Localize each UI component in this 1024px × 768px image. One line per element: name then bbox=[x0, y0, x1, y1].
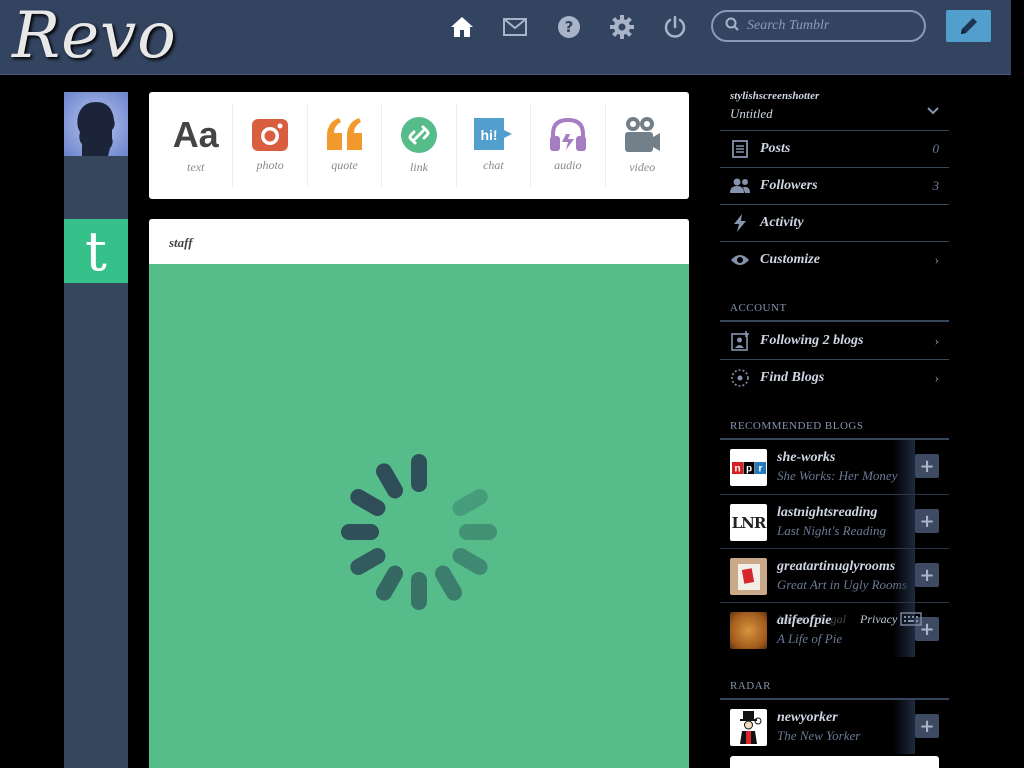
chevron-down-icon[interactable] bbox=[927, 102, 939, 120]
follow-button[interactable]: + bbox=[915, 563, 939, 587]
text-icon: Aa bbox=[172, 114, 219, 155]
sidebar-item-following[interactable]: Following 2 blogs › bbox=[720, 322, 949, 359]
radar-heading: RADAR bbox=[730, 680, 772, 692]
gear-icon[interactable] bbox=[609, 14, 635, 40]
blog-name[interactable]: greatartinuglyrooms bbox=[777, 559, 895, 575]
sidebar-item-label: Following 2 blogs bbox=[760, 332, 864, 348]
radar-post-preview[interactable] bbox=[730, 756, 939, 768]
activity-icon bbox=[730, 213, 750, 233]
sidebar-item-label: Activity bbox=[760, 215, 804, 230]
blog-subtitle: She Works: Her Money bbox=[777, 468, 898, 483]
sidebar-item-find-blogs[interactable]: Find Blogs › bbox=[720, 359, 949, 396]
posts-icon bbox=[730, 139, 750, 159]
mail-icon[interactable] bbox=[502, 14, 528, 40]
sidebar-item-label: Find Blogs bbox=[760, 370, 825, 385]
pie-thumbnail bbox=[730, 612, 767, 649]
user-avatar[interactable] bbox=[64, 92, 128, 156]
link-icon bbox=[400, 117, 437, 153]
headphones-icon bbox=[549, 117, 586, 151]
top-bar: Revo ? bbox=[0, 0, 1011, 75]
about-link[interactable]: About bbox=[776, 612, 805, 627]
blog-subtitle: A Life of Pie bbox=[777, 631, 843, 646]
svg-text:hi!: hi! bbox=[481, 127, 498, 143]
chat-icon: hi! bbox=[474, 118, 513, 150]
find-blogs-icon bbox=[730, 368, 750, 388]
followers-icon bbox=[730, 176, 750, 196]
art-thumbnail bbox=[730, 558, 767, 595]
recommended-heading: RECOMMENDED BLOGS bbox=[730, 420, 864, 432]
recommended-blog[interactable]: greatartinuglyrooms Great Art in Ugly Ro… bbox=[720, 548, 949, 603]
svg-text:p: p bbox=[745, 463, 751, 474]
sidebar-item-activity[interactable]: Activity bbox=[720, 204, 949, 241]
compose-button[interactable] bbox=[946, 10, 991, 42]
logo[interactable]: Revo bbox=[12, 0, 177, 72]
home-icon[interactable] bbox=[449, 14, 475, 40]
search-input[interactable] bbox=[747, 18, 917, 34]
following-icon bbox=[730, 330, 750, 351]
dashboard-post: staff bbox=[149, 219, 689, 768]
camera-icon bbox=[252, 119, 289, 151]
sidebar-item-label: Posts bbox=[760, 141, 791, 156]
newyorker-logo bbox=[730, 709, 767, 746]
footer-links: About Legal Privacy bbox=[776, 612, 897, 627]
lnr-logo: LNR bbox=[730, 504, 767, 541]
recommended-blog[interactable]: LNR lastnightsreading Last Night's Readi… bbox=[720, 494, 949, 549]
post-photo-button[interactable]: photo bbox=[233, 104, 308, 187]
pencil-icon bbox=[960, 18, 977, 34]
follow-button[interactable]: + bbox=[915, 509, 939, 533]
post-author[interactable]: staff bbox=[149, 219, 689, 264]
post-audio-button[interactable]: audio bbox=[531, 104, 606, 187]
post-video-button[interactable]: video bbox=[606, 104, 679, 187]
post-link-button[interactable]: link bbox=[382, 104, 457, 187]
privacy-link[interactable]: Privacy bbox=[860, 612, 897, 627]
follow-button[interactable]: + bbox=[915, 714, 939, 738]
fade-overlay bbox=[893, 495, 915, 549]
sidebar-item-followers[interactable]: Followers 3 bbox=[720, 167, 949, 204]
blog-title[interactable]: Untitled bbox=[730, 106, 773, 122]
chevron-right-icon: › bbox=[934, 252, 939, 267]
post-type-bar: Aa text photo quote link hi! chat audio … bbox=[149, 92, 689, 199]
post-text-button[interactable]: Aa text bbox=[159, 104, 234, 187]
eye-icon bbox=[730, 250, 750, 270]
chevron-right-icon: › bbox=[934, 332, 939, 348]
keyboard-icon[interactable] bbox=[900, 612, 922, 631]
followers-count: 3 bbox=[932, 178, 940, 193]
sidebar-item-customize[interactable]: Customize › bbox=[720, 241, 949, 278]
video-camera-icon bbox=[625, 117, 661, 152]
account-heading: ACCOUNT bbox=[730, 302, 787, 314]
radar-blog[interactable]: newyorker The New Yorker + bbox=[720, 700, 949, 754]
spinner-icon bbox=[341, 454, 497, 610]
legal-link[interactable]: Legal bbox=[819, 612, 846, 627]
npr-logo: npr bbox=[730, 449, 767, 486]
svg-text:?: ? bbox=[565, 18, 574, 36]
blog-name[interactable]: she-works bbox=[777, 450, 835, 466]
blog-name[interactable]: stylishscreenshotter bbox=[730, 90, 819, 102]
sidebar-item-label: Customize bbox=[760, 252, 820, 267]
power-icon[interactable] bbox=[662, 14, 688, 40]
chevron-right-icon: › bbox=[934, 370, 939, 385]
blog-subtitle: Great Art in Ugly Rooms bbox=[777, 577, 907, 592]
post-quote-button[interactable]: quote bbox=[308, 104, 383, 187]
blog-subtitle: Last Night's Reading bbox=[777, 523, 886, 538]
recommended-blog[interactable]: npr she-works She Works: Her Money + bbox=[720, 440, 949, 494]
help-icon[interactable]: ? bbox=[556, 14, 582, 40]
blog-name[interactable]: newyorker bbox=[777, 710, 838, 726]
fade-overlay bbox=[893, 549, 915, 603]
staff-avatar[interactable]: t bbox=[64, 219, 128, 283]
blog-subtitle: The New Yorker bbox=[777, 728, 861, 743]
blog-name[interactable]: lastnightsreading bbox=[777, 505, 877, 521]
search-box[interactable] bbox=[711, 10, 926, 42]
quote-icon bbox=[326, 118, 362, 150]
svg-text:r: r bbox=[758, 463, 762, 474]
fade-overlay bbox=[893, 440, 915, 494]
svg-text:n: n bbox=[734, 463, 740, 474]
posts-count: 0 bbox=[932, 141, 940, 156]
post-chat-button[interactable]: hi! chat bbox=[457, 104, 532, 187]
sidebar-item-label: Followers bbox=[760, 178, 818, 193]
fade-overlay bbox=[893, 700, 915, 754]
sidebar-item-posts[interactable]: Posts 0 bbox=[720, 130, 949, 167]
follow-button[interactable]: + bbox=[915, 454, 939, 478]
search-icon bbox=[725, 17, 739, 36]
